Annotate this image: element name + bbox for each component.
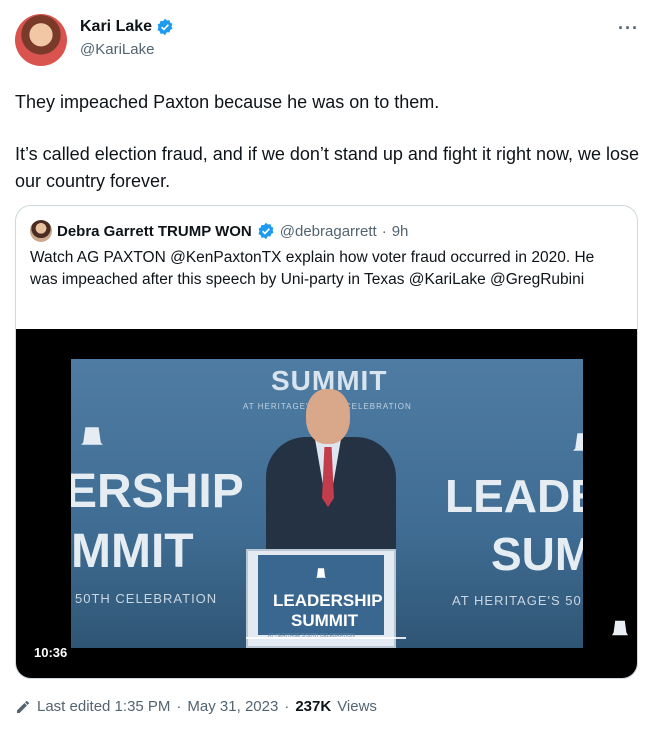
frame-text: LEADE bbox=[445, 470, 583, 522]
views-label: Views bbox=[337, 698, 377, 715]
podium-text: LEADERSHIP bbox=[273, 591, 383, 610]
footer-separator: · bbox=[176, 698, 182, 715]
author-block: Kari Lake @KariLake bbox=[80, 18, 174, 58]
quote-text: Watch AG PAXTON @KenPaxtonTX explain how… bbox=[30, 249, 595, 288]
author-name-row: Kari Lake bbox=[80, 18, 174, 36]
verified-badge-icon bbox=[258, 222, 274, 240]
tweet-paragraph: They impeached Paxton because he was on … bbox=[15, 92, 440, 112]
tweet-text: They impeached Paxton because he was on … bbox=[15, 89, 640, 195]
podium: LEADERSHIP SUMMIT AT HERITAGE'S 50TH CEL… bbox=[246, 549, 396, 648]
quote-author-handle[interactable]: @debragarrett bbox=[280, 223, 377, 240]
podium-text: SUMMIT bbox=[291, 611, 359, 630]
frame-text: SUM bbox=[491, 528, 583, 580]
author-handle[interactable]: @KariLake bbox=[80, 41, 174, 58]
video-duration: 10:36 bbox=[34, 645, 68, 660]
tweet-footer: Last edited 1:35 PM · May 31, 2023 · 237… bbox=[15, 698, 377, 715]
quote-avatar[interactable] bbox=[30, 220, 52, 242]
pencil-icon[interactable] bbox=[15, 699, 31, 715]
video-progress-bar[interactable] bbox=[246, 637, 406, 639]
bell-logo-icon bbox=[316, 568, 326, 578]
avatar[interactable] bbox=[15, 14, 67, 66]
bell-logo-icon bbox=[81, 427, 103, 445]
quote-author-name[interactable]: Debra Garrett TRUMP WON bbox=[57, 223, 252, 240]
post-date[interactable]: May 31, 2023 bbox=[187, 698, 278, 715]
edited-label[interactable]: Last edited 1:35 PM bbox=[37, 698, 170, 715]
frame-text: ERSHIP bbox=[71, 465, 244, 518]
bell-watermark-icon bbox=[612, 620, 628, 636]
frame-text: AT HERITAGE'S 50 bbox=[452, 593, 582, 608]
quoted-tweet[interactable]: Debra Garrett TRUMP WON @debragarrett · … bbox=[15, 205, 638, 679]
quote-timestamp[interactable]: 9h bbox=[392, 223, 409, 240]
tweet-paragraph: It’s called election fraud, and if we do… bbox=[15, 144, 640, 191]
author-name[interactable]: Kari Lake bbox=[80, 18, 152, 36]
bell-logo-icon bbox=[573, 433, 583, 451]
video-frame: SUMMIT AT HERITAGE'S 50TH CELEBRATION ER… bbox=[71, 359, 583, 648]
frame-text: MMIT bbox=[71, 525, 194, 578]
verified-badge-icon bbox=[157, 18, 173, 36]
quote-separator: · bbox=[381, 222, 387, 240]
footer-separator: · bbox=[284, 698, 290, 715]
frame-text: 50TH CELEBRATION bbox=[75, 591, 218, 606]
views-count: 237K bbox=[295, 698, 332, 715]
speaker-head bbox=[306, 389, 350, 444]
quote-header: Debra Garrett TRUMP WON @debragarrett · … bbox=[30, 220, 408, 242]
video-player[interactable]: SUMMIT AT HERITAGE'S 50TH CELEBRATION ER… bbox=[16, 329, 637, 678]
more-horizontal-icon[interactable]: ··· bbox=[618, 18, 639, 39]
podium-sign: LEADERSHIP SUMMIT bbox=[258, 555, 384, 635]
